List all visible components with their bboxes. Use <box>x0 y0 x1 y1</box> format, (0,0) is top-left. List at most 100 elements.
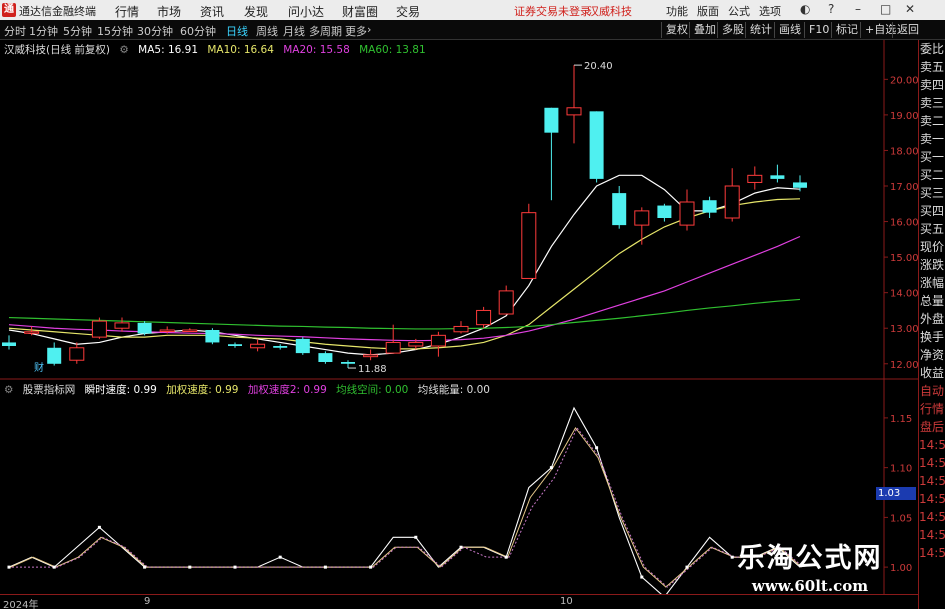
ma5-label: MA5: 16.91 <box>138 44 198 56</box>
menu-gongneng[interactable]: 功能 <box>666 3 688 19</box>
candle[interactable] <box>612 186 627 229</box>
indicator-settings-icon[interactable]: ⚙ <box>4 384 13 396</box>
help-icon[interactable]: ? <box>828 2 834 16</box>
indicator-point <box>97 525 101 529</box>
indicator-point <box>504 555 508 559</box>
candle[interactable] <box>273 344 288 350</box>
candle[interactable] <box>544 107 559 201</box>
menu-jiaoyi[interactable]: 交易 <box>396 3 420 20</box>
stock-title: 汉威科技 <box>588 5 632 18</box>
date-label-year: 2024年 <box>3 600 39 609</box>
candle-body <box>476 309 492 326</box>
candle[interactable] <box>702 196 717 218</box>
indicator-tick-label: 1.10 <box>890 464 912 475</box>
candle[interactable] <box>634 207 650 245</box>
candle[interactable] <box>679 189 695 231</box>
period-more[interactable]: 更多 <box>345 23 367 39</box>
candle[interactable] <box>295 337 310 355</box>
btn-tongji[interactable]: 统计 <box>745 22 772 38</box>
candle[interactable] <box>724 168 740 222</box>
menu-gongshi[interactable]: 公式 <box>728 3 750 19</box>
candle[interactable] <box>430 331 446 357</box>
btn-biaoji[interactable]: 标记 <box>831 22 858 38</box>
btn-duogu[interactable]: 多股 <box>717 22 744 38</box>
candle-body <box>273 346 288 348</box>
period-15min[interactable]: 15分钟 <box>97 23 133 39</box>
skin-icon[interactable]: ◐ <box>800 2 810 16</box>
minimize-icon[interactable]: – <box>855 2 861 16</box>
btn-huaxian[interactable]: 画线 <box>774 22 801 38</box>
candle[interactable] <box>69 342 85 364</box>
candle[interactable] <box>182 328 198 332</box>
login-status[interactable]: 证券交易未登录 <box>514 3 591 19</box>
menu-banmian[interactable]: 版面 <box>697 3 719 19</box>
candle-body <box>341 362 355 364</box>
candle[interactable] <box>770 164 785 183</box>
candle[interactable] <box>521 203 537 279</box>
btn-fuquan[interactable]: 复权 <box>661 22 688 38</box>
candle[interactable] <box>747 166 763 190</box>
menu-caifuquan[interactable]: 财富圈 <box>342 3 378 20</box>
menu-zixun[interactable]: 资讯 <box>200 3 224 20</box>
candle[interactable] <box>363 349 379 361</box>
indicator-point <box>52 565 56 569</box>
candle[interactable] <box>498 285 514 315</box>
menu-shichang[interactable]: 市场 <box>157 3 181 20</box>
period-60min[interactable]: 60分钟 <box>180 23 216 39</box>
menu-faxian[interactable]: 发现 <box>244 3 268 20</box>
period-week[interactable]: 周线 <box>256 23 278 39</box>
period-5min[interactable]: 5分钟 <box>63 23 92 39</box>
indicator-point <box>188 565 192 569</box>
candle[interactable] <box>137 321 152 336</box>
candle[interactable] <box>250 338 266 352</box>
candle-body <box>47 347 62 364</box>
candle[interactable] <box>2 335 16 350</box>
candle[interactable] <box>341 360 355 369</box>
indicator-v3: 加权速度2: 0.99 <box>247 384 327 396</box>
period-more-arrow-icon[interactable]: › <box>367 23 371 36</box>
quote-side-panel: 委比 卖五 卖四 卖三 卖二 卖一 买一 买二 买三 买四 买五 现价 涨跌 涨幅 总量 外盘 换手 净资 收益 自动… <box>918 40 945 609</box>
btn-fanhui[interactable]: 返回 <box>892 22 919 38</box>
candle[interactable] <box>91 317 107 339</box>
candle-body <box>634 210 650 226</box>
period-month[interactable]: 月线 <box>283 23 305 39</box>
candle-body <box>770 175 785 179</box>
period-30min[interactable]: 30分钟 <box>137 23 173 39</box>
btn-f10[interactable]: F10 <box>804 22 829 38</box>
indicator-v2: 加权速度: 0.99 <box>166 384 239 396</box>
close-icon[interactable]: ✕ <box>905 2 915 16</box>
ma60-label: MA60: 13.81 <box>359 44 426 56</box>
ma10-label: MA10: 16.64 <box>207 44 274 56</box>
period-fenshi[interactable]: 分时 <box>4 23 26 39</box>
period-1min[interactable]: 1分钟 <box>29 23 58 39</box>
candle[interactable] <box>228 342 242 348</box>
side-panel-item: 委比 <box>919 42 944 56</box>
btn-diejia[interactable]: 叠加 <box>689 22 716 38</box>
maximize-icon[interactable]: □ <box>880 2 891 16</box>
side-panel-item[interactable]: 盘后 <box>919 418 945 436</box>
menu-hangqing[interactable]: 行情 <box>115 3 139 20</box>
current-value-badge: 1.03 <box>876 487 916 500</box>
candle-body <box>250 343 266 349</box>
candle[interactable] <box>589 111 604 183</box>
menu-xuanxiang[interactable]: 选项 <box>759 3 781 19</box>
settings-icon[interactable]: ⚙ <box>119 44 128 56</box>
candle-body <box>702 200 717 213</box>
side-panel-item: 14:50 <box>919 528 945 542</box>
candle[interactable] <box>453 321 469 334</box>
btn-zixuan[interactable]: +自选 <box>860 22 896 38</box>
candle[interactable] <box>657 203 672 222</box>
candle[interactable] <box>205 328 220 345</box>
side-panel-item[interactable]: 自动 <box>919 382 945 400</box>
kline-chart[interactable]: 20.00 19.00 18.00 17.00 16.00 15.00 14.00 13.00… <box>0 40 918 380</box>
side-panel-item[interactable]: 行情 <box>919 400 945 418</box>
candle[interactable] <box>47 342 62 366</box>
candle[interactable] <box>114 317 130 332</box>
candle[interactable] <box>476 306 492 329</box>
period-day[interactable]: 日线 <box>226 23 248 39</box>
menu-wenxiaoda[interactable]: 问小达 <box>288 3 324 20</box>
candle[interactable] <box>318 351 333 364</box>
side-panel-item: 现价 <box>919 240 944 254</box>
period-multi[interactable]: 多周期 <box>309 23 342 39</box>
candle[interactable] <box>566 65 582 144</box>
